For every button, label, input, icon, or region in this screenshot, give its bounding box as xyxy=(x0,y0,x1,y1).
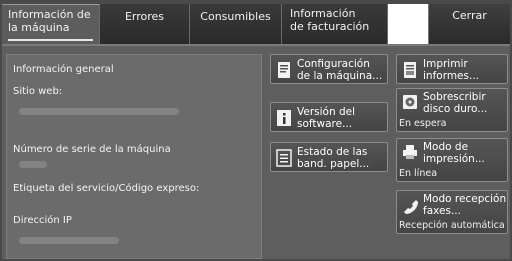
service-tag-label: Etiqueta del servicio/Código expreso: xyxy=(13,183,200,194)
serial-number-value-redacted xyxy=(19,161,47,168)
fax-receive-mode-button[interactable]: Modo recepción faxes... Recepción automá… xyxy=(396,190,508,234)
document-icon xyxy=(278,62,290,78)
tab-consumables[interactable]: Consumibles xyxy=(190,4,282,44)
tab-machine-info-label: Información de la máquina xyxy=(8,8,91,34)
close-button-label: Cerrar xyxy=(452,9,487,22)
overwrite-disk-button[interactable]: Sobrescribir disco duro... En espera xyxy=(396,88,508,132)
tab-errors-label: Errores xyxy=(124,10,165,23)
fax-receive-mode-status: Recepción automática xyxy=(399,220,505,231)
serial-number-label: Número de serie de la máquina xyxy=(13,144,171,155)
software-version-label: Versión del software... xyxy=(297,106,355,130)
tab-machine-info[interactable]: Información de la máquina xyxy=(2,4,100,44)
website-label: Sitio web: xyxy=(13,86,63,97)
software-version-button[interactable]: Versión del software... xyxy=(270,102,388,132)
print-reports-button[interactable]: Imprimir informes... xyxy=(396,54,508,84)
tray-status-label: Estado de las band. papel... xyxy=(297,146,370,170)
tab-errors[interactable]: Errores xyxy=(100,4,190,44)
info-icon xyxy=(277,110,291,126)
general-info-box: Información general Sitio web: Número de… xyxy=(6,54,262,259)
report-icon xyxy=(404,62,416,78)
tab-consumables-label: Consumibles xyxy=(200,10,271,23)
close-button[interactable]: Cerrar xyxy=(428,4,510,44)
machine-config-label: Configuración de la máquina... xyxy=(297,58,383,82)
tab-spacer xyxy=(388,4,428,44)
ip-address-label: Dirección IP xyxy=(13,215,72,226)
tab-bar: Información de la máquina Errores Consum… xyxy=(2,4,510,44)
fax-receive-mode-label: Modo recepción faxes... xyxy=(423,193,507,217)
overwrite-disk-status: En espera xyxy=(399,118,447,129)
disk-icon xyxy=(403,95,417,109)
active-tab-indicator xyxy=(8,39,93,41)
tab-billing-info-label: Información de facturación xyxy=(290,7,370,33)
machine-status-screen: Información de la máquina Errores Consum… xyxy=(0,0,512,261)
phone-icon xyxy=(404,200,418,214)
content-panel: Información general Sitio web: Número de… xyxy=(2,44,510,259)
print-mode-button[interactable]: Modo de impresión... En línea xyxy=(396,138,508,182)
tray-status-button[interactable]: Estado de las band. papel... xyxy=(270,142,388,172)
print-mode-status: En línea xyxy=(399,168,438,179)
print-mode-label: Modo de impresión... xyxy=(423,141,485,165)
machine-config-button[interactable]: Configuración de la máquina... xyxy=(270,54,388,84)
printer-icon xyxy=(403,145,417,159)
print-reports-label: Imprimir informes... xyxy=(423,58,479,82)
general-info-heading: Información general xyxy=(13,64,114,75)
list-icon xyxy=(276,149,292,167)
tab-billing-info[interactable]: Información de facturación xyxy=(282,4,388,44)
ip-address-value-redacted xyxy=(19,237,119,244)
website-value-redacted xyxy=(19,108,179,115)
overwrite-disk-label: Sobrescribir disco duro... xyxy=(423,91,488,115)
